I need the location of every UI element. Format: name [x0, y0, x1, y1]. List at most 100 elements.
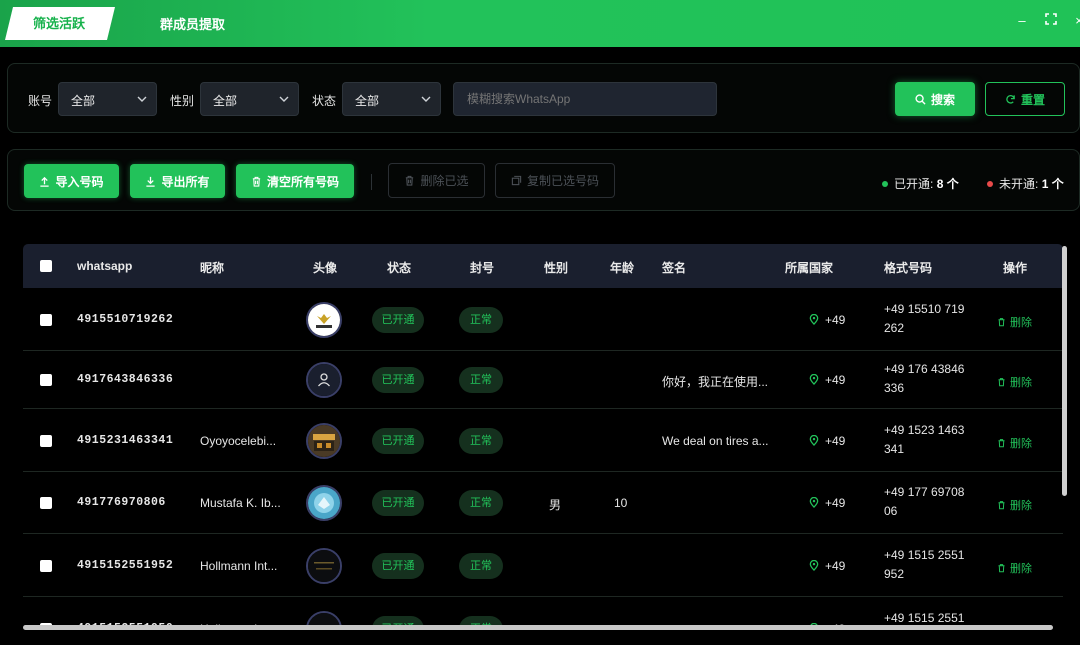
clear-all-button[interactable]: 清空所有号码: [236, 164, 354, 198]
column-header-formatted[interactable]: 格式号码: [884, 259, 932, 276]
account-select-value: 全部: [71, 94, 96, 108]
refresh-icon: [1006, 94, 1015, 104]
nickname: Oyoyocelebi...: [200, 434, 277, 448]
ban-status-badge: 正常: [459, 553, 503, 579]
avatar: [306, 423, 342, 459]
maximize-button[interactable]: [1042, 12, 1060, 30]
signature: We deal on tires a...: [662, 434, 769, 448]
table-row[interactable]: 4915231463341 Oyoyocelebi... 已开通 正常 We deal …: [23, 409, 1063, 472]
location-pin-icon: [809, 560, 819, 571]
gender: 男: [549, 498, 562, 512]
table-row[interactable]: 4915152551952 Hollmann Int... 已开通 正常 +49 +49 …: [23, 534, 1063, 597]
column-header-status[interactable]: 状态: [387, 259, 411, 276]
delete-row-label: 删除: [1010, 317, 1032, 329]
trash-icon: [252, 176, 261, 187]
vertical-scrollbar[interactable]: [1062, 246, 1067, 496]
column-header-country[interactable]: 所属国家: [785, 259, 833, 276]
formatted-number: +49 1523 1463 341: [884, 423, 965, 456]
export-all-button[interactable]: 导出所有: [130, 164, 225, 198]
location-pin-icon: [809, 497, 819, 508]
upload-icon: [40, 176, 50, 187]
row-checkbox[interactable]: [40, 314, 52, 326]
gender-select[interactable]: 全部: [200, 82, 299, 116]
table-row[interactable]: 4915510719262 已开通 正常 +49 +49 15510 719 262 删除: [23, 288, 1063, 351]
avatar-dark-image: [308, 550, 340, 582]
signature: 你好，我正在使用...: [662, 375, 769, 389]
column-header-operation[interactable]: 操作: [1003, 259, 1027, 276]
select-all-checkbox[interactable]: [40, 260, 52, 272]
delete-row-button[interactable]: 删除: [997, 374, 1032, 390]
delete-row-button[interactable]: 删除: [997, 560, 1032, 576]
chevron-down-icon: [137, 96, 147, 102]
tab-filter-active-label: 筛选活跃: [32, 16, 85, 31]
age: 10: [614, 496, 628, 510]
copy-selected-button[interactable]: 复制已选号码: [495, 163, 615, 198]
country-cell: +49: [809, 434, 845, 448]
tab-filter-active[interactable]: 筛选活跃: [5, 7, 115, 40]
avatar-blue-image: [308, 487, 340, 519]
search-button[interactable]: 搜索: [895, 82, 975, 116]
location-pin-icon: [809, 314, 819, 325]
whatsapp-number: 4915152551952: [77, 559, 174, 572]
column-header-gender[interactable]: 性别: [544, 259, 568, 276]
search-input[interactable]: [453, 82, 717, 116]
filter-panel: 账号 全部 性别 全部 状态 全部 搜索 重置: [7, 63, 1080, 133]
maximize-icon: [1045, 13, 1057, 25]
formatted-number: +49 177 69708 06: [884, 485, 965, 518]
opened-count: 已开通: 8 个: [882, 175, 959, 192]
column-header-nickname[interactable]: 昵称: [200, 259, 224, 276]
country-code: +49: [825, 496, 846, 510]
account-select[interactable]: 全部: [58, 82, 157, 116]
country-cell: +49: [809, 373, 845, 387]
delete-row-button[interactable]: 删除: [997, 435, 1032, 451]
import-numbers-button[interactable]: 导入号码: [24, 164, 119, 198]
minimize-button[interactable]: –: [1013, 12, 1031, 30]
avatar-shop-image: [308, 425, 340, 457]
import-numbers-label: 导入号码: [55, 174, 104, 189]
table-row[interactable]: 4917643846336 已开通 正常 你好，我正在使用... +49 +49 176 …: [23, 351, 1063, 409]
delete-selected-button[interactable]: 删除已选: [388, 163, 485, 198]
reset-button[interactable]: 重置: [985, 82, 1065, 116]
column-header-whatsapp[interactable]: whatsapp: [77, 259, 132, 273]
opened-count-value: 8 个: [936, 177, 959, 191]
column-header-age[interactable]: 年龄: [610, 259, 634, 276]
trash-icon: [998, 564, 1005, 573]
nickname: Hollmann Int...: [200, 559, 278, 573]
trash-icon: [998, 439, 1005, 448]
ban-status-badge: 正常: [459, 307, 503, 333]
gender-select-value: 全部: [213, 94, 238, 108]
tab-group-member-extract[interactable]: 群成员提取: [160, 14, 225, 33]
column-header-avatar[interactable]: 头像: [313, 259, 337, 276]
status-select[interactable]: 全部: [342, 82, 441, 116]
delete-selected-label: 删除已选: [420, 174, 469, 188]
status-select-value: 全部: [355, 94, 380, 108]
country-code: +49: [825, 559, 846, 573]
avatar-default-user-icon: [308, 364, 340, 396]
horizontal-scrollbar[interactable]: [23, 625, 1053, 630]
delete-row-button[interactable]: 删除: [997, 497, 1032, 513]
row-checkbox[interactable]: [40, 497, 52, 509]
country-cell: +49: [809, 559, 845, 573]
trash-icon: [998, 501, 1005, 510]
delete-row-button[interactable]: 删除: [997, 314, 1032, 330]
search-button-label: 搜索: [930, 92, 955, 107]
row-checkbox[interactable]: [40, 374, 52, 386]
status-badge: 已开通: [372, 307, 424, 333]
delete-row-label: 删除: [1010, 377, 1032, 389]
formatted-number: +49 1515 2551 952: [884, 548, 965, 581]
status-badge: 已开通: [372, 490, 424, 516]
table-row[interactable]: 491776970806 Mustafa K. Ib... 已开通 正常 男 10 +49 +…: [23, 472, 1063, 534]
avatar: [306, 302, 342, 338]
ban-status-badge: 正常: [459, 428, 503, 454]
chevron-down-icon: [279, 96, 289, 102]
column-header-ban[interactable]: 封号: [470, 259, 494, 276]
avatar: [306, 485, 342, 521]
row-checkbox[interactable]: [40, 560, 52, 572]
close-button[interactable]: ×: [1070, 12, 1080, 30]
unopened-count: 未开通: 1 个: [987, 175, 1064, 192]
country-code: +49: [825, 434, 846, 448]
row-checkbox[interactable]: [40, 435, 52, 447]
column-header-signature[interactable]: 签名: [662, 259, 686, 276]
whatsapp-number: 491776970806: [77, 496, 166, 509]
status-badge: 已开通: [372, 553, 424, 579]
